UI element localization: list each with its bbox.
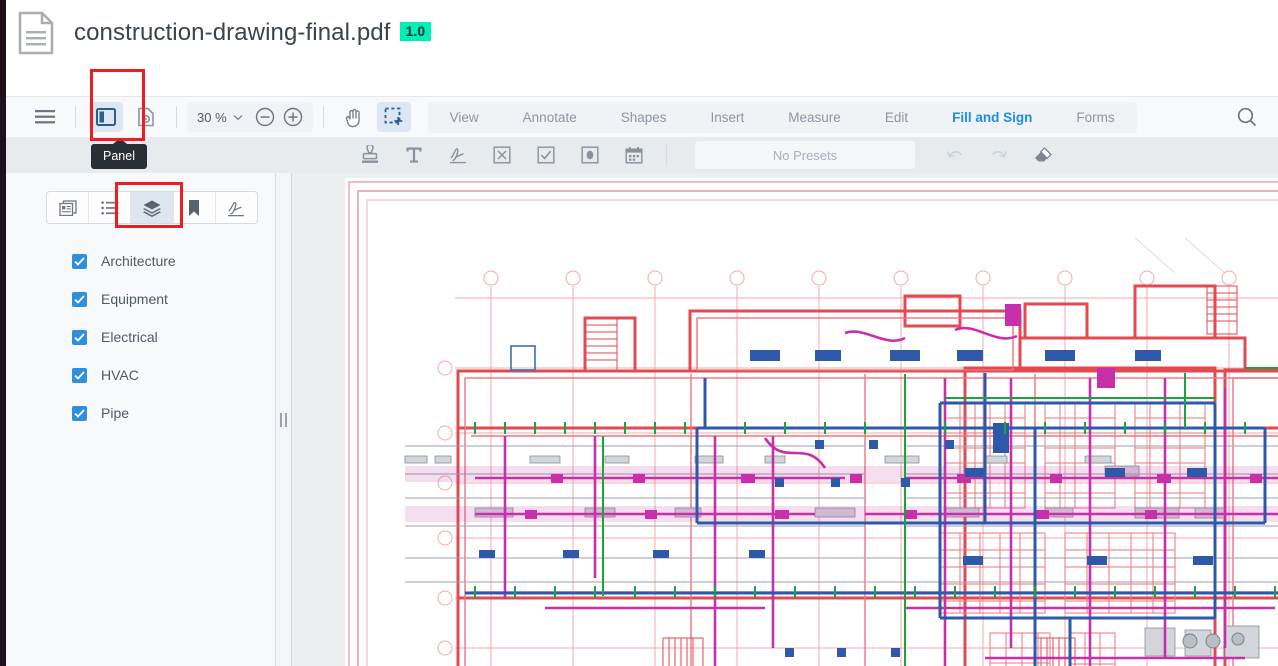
- tab-view[interactable]: View: [428, 102, 501, 133]
- stamp-icon: [361, 145, 379, 165]
- marquee-select-button[interactable]: [376, 102, 411, 132]
- layer-label: Equipment: [101, 291, 168, 307]
- layer-label: Pipe: [101, 405, 130, 421]
- history-controls: [933, 141, 1065, 169]
- tab-fill-and-sign[interactable]: Fill and Sign: [930, 102, 1054, 133]
- document-icon: [18, 11, 54, 55]
- zoom-control-group: 30 %: [187, 102, 313, 132]
- sidebar-tab-thumbnails[interactable]: [47, 192, 90, 223]
- eraser-button[interactable]: [1028, 141, 1058, 169]
- hamburger-menu-icon: [35, 110, 55, 124]
- zoom-out-button[interactable]: [251, 103, 279, 131]
- pan-tool-button[interactable]: [337, 102, 371, 132]
- dot-mark-tool-button[interactable]: [575, 141, 605, 169]
- thumbnails-icon: [58, 199, 77, 216]
- zoom-level-value[interactable]: 30 %: [193, 110, 231, 125]
- layer-checkbox-hvac[interactable]: [72, 367, 87, 383]
- sidebar-splitter[interactable]: [276, 173, 292, 666]
- text-icon: [405, 145, 423, 165]
- sidebar-tab-bookmarks[interactable]: [174, 192, 216, 223]
- version-badge: 1.0: [399, 22, 432, 41]
- date-tool-button[interactable]: [619, 141, 649, 169]
- sidebar-tab-outline[interactable]: [89, 192, 132, 223]
- document-viewer[interactable]: [292, 173, 1278, 666]
- layer-row-equipment[interactable]: Equipment: [6, 280, 275, 318]
- pdf-viewer-app: construction-drawing-final.pdf 1.0 30 % …: [0, 0, 1278, 666]
- hamburger-menu-button[interactable]: [28, 102, 62, 132]
- bookmark-icon: [187, 199, 201, 217]
- presets-field[interactable]: No Presets: [695, 141, 915, 169]
- layers-icon: [142, 199, 162, 217]
- dot-mark-icon: [581, 146, 599, 164]
- drag-handle-icon: [280, 412, 287, 427]
- toolbar-divider: [322, 106, 324, 128]
- eraser-icon: [1033, 146, 1053, 165]
- signature-icon: [226, 199, 246, 217]
- sidebar-panel: Architecture Equipment Electrical HVAC P…: [6, 173, 276, 666]
- undo-button[interactable]: [940, 141, 970, 169]
- ribbon-tabs: View Annotate Shapes Insert Measure Edit…: [427, 101, 1137, 133]
- fill-and-sign-toolbar: No Presets: [6, 137, 1278, 173]
- layer-checkbox-architecture[interactable]: [72, 253, 87, 269]
- tab-measure[interactable]: Measure: [766, 102, 863, 133]
- redo-icon: [989, 147, 1009, 163]
- toolbar-divider: [176, 106, 177, 128]
- date-icon: [625, 146, 643, 165]
- pdf-page: [345, 178, 1278, 666]
- layer-row-hvac[interactable]: HVAC: [6, 356, 275, 394]
- document-settings-icon: [137, 107, 155, 127]
- page-title: construction-drawing-final.pdf 1.0: [74, 19, 432, 47]
- layer-checkbox-electrical[interactable]: [72, 329, 87, 345]
- check-mark-icon: [537, 146, 555, 164]
- layers-list: Architecture Equipment Electrical HVAC P…: [6, 242, 275, 432]
- zoom-in-icon: [283, 107, 303, 127]
- panel-tooltip: Panel: [91, 138, 147, 169]
- sidebar-tab-layers[interactable]: [131, 192, 174, 223]
- toolbar-divider: [75, 106, 76, 128]
- sidebar-tab-signatures[interactable]: [216, 192, 257, 223]
- primary-toolbar: 30 % View Annotate Shapes Insert Measure…: [6, 96, 1278, 137]
- tab-edit[interactable]: Edit: [863, 102, 930, 133]
- cross-mark-icon: [493, 146, 511, 164]
- cross-mark-tool-button[interactable]: [487, 141, 517, 169]
- chevron-down-icon[interactable]: [233, 114, 243, 121]
- layer-label: Electrical: [101, 329, 158, 345]
- marquee-select-icon: [384, 107, 404, 127]
- zoom-in-button[interactable]: [279, 103, 307, 131]
- layer-row-electrical[interactable]: Electrical: [6, 318, 275, 356]
- outline-list-icon: [101, 200, 119, 215]
- layer-checkbox-pipe[interactable]: [72, 405, 87, 421]
- search-icon: [1236, 106, 1258, 128]
- search-button[interactable]: [1230, 102, 1264, 132]
- signature-icon: [448, 145, 468, 165]
- document-settings-button[interactable]: [129, 102, 163, 132]
- zoom-out-icon: [255, 107, 275, 127]
- construction-drawing: [348, 181, 1278, 666]
- layer-label: Architecture: [101, 253, 176, 269]
- layer-checkbox-equipment[interactable]: [72, 291, 87, 307]
- signature-tool-button[interactable]: [443, 141, 473, 169]
- layer-label: HVAC: [101, 367, 139, 383]
- title-bar: construction-drawing-final.pdf 1.0: [6, 0, 1278, 66]
- layer-row-architecture[interactable]: Architecture: [6, 242, 275, 280]
- document-filename: construction-drawing-final.pdf: [74, 19, 391, 46]
- tab-shapes[interactable]: Shapes: [599, 102, 689, 133]
- panel-toggle-icon: [96, 108, 116, 126]
- stamp-tool-button[interactable]: [355, 141, 385, 169]
- panel-toggle-button[interactable]: [89, 102, 123, 132]
- hand-pan-icon: [344, 107, 364, 128]
- check-mark-tool-button[interactable]: [531, 141, 561, 169]
- text-tool-button[interactable]: [399, 141, 429, 169]
- layer-row-pipe[interactable]: Pipe: [6, 394, 275, 432]
- sidebar-tab-bar: [46, 191, 258, 224]
- redo-button[interactable]: [984, 141, 1014, 169]
- tab-forms[interactable]: Forms: [1054, 102, 1136, 133]
- toolbar-divider: [666, 144, 667, 166]
- undo-icon: [945, 147, 965, 163]
- tab-annotate[interactable]: Annotate: [501, 102, 599, 133]
- tab-insert[interactable]: Insert: [689, 102, 767, 133]
